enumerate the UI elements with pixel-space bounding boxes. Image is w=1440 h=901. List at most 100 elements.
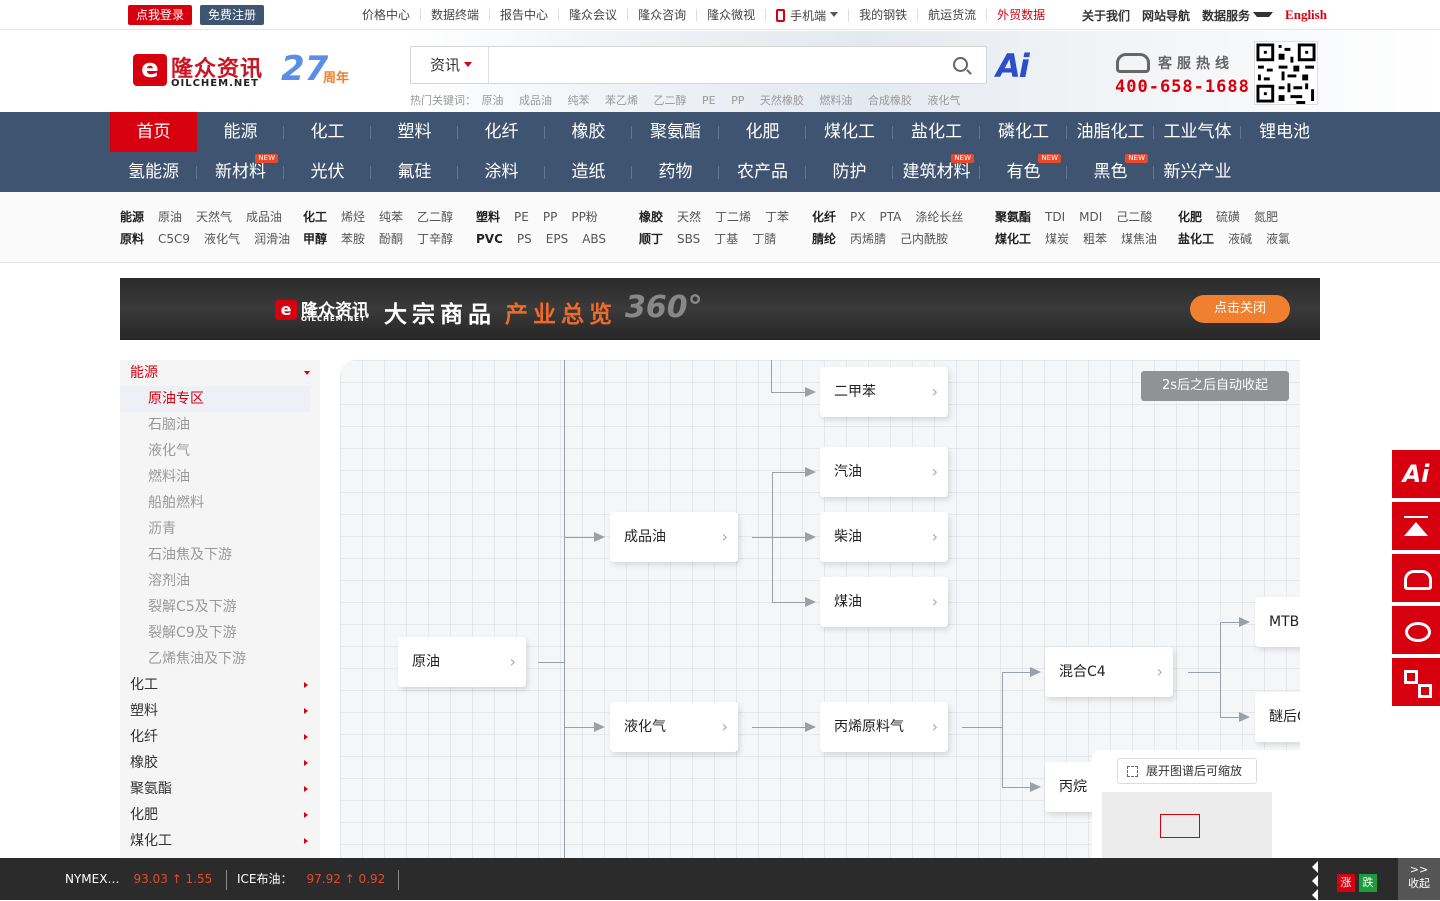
ticker-nymex[interactable]: NYMEX… 93.03 ↑ 1.55: [65, 858, 212, 900]
site-logo[interactable]: e 隆众资讯 OILCHEM.NET 27 周年: [133, 49, 373, 93]
nav-item[interactable]: 建筑材料 NEW: [893, 152, 980, 192]
sub-nav-link[interactable]: PP粉: [571, 210, 597, 224]
sub-nav-link[interactable]: 丁苯: [765, 210, 789, 224]
sub-nav-link[interactable]: 原油: [158, 210, 182, 224]
chart-node-gasoline[interactable]: 汽油: [820, 447, 948, 497]
sidebar-category[interactable]: 化肥: [120, 802, 320, 828]
top-link-consulting[interactable]: 隆众咨询: [628, 9, 698, 21]
sub-nav-heading[interactable]: 塑料: [476, 210, 500, 224]
sidebar-category[interactable]: 煤化工: [120, 828, 320, 854]
sub-nav-link[interactable]: 乙二醇: [417, 210, 453, 224]
chart-node-propylene-feed-gas[interactable]: 丙烯原料气: [820, 702, 948, 752]
sub-nav-link[interactable]: PE: [514, 210, 529, 224]
sub-nav-link[interactable]: 丁腈: [752, 232, 776, 246]
collapse-button[interactable]: >> 收起: [1398, 858, 1440, 900]
hot-keyword[interactable]: PP: [731, 94, 744, 107]
search-input[interactable]: [491, 47, 941, 83]
up-filter-button[interactable]: 涨: [1337, 874, 1355, 892]
nav-item[interactable]: 光伏: [284, 152, 371, 192]
sub-nav-link[interactable]: 丁二烯: [715, 210, 751, 224]
nav-item[interactable]: 磷化工: [980, 112, 1067, 152]
sidebar-category-energy[interactable]: 能源: [120, 360, 320, 386]
chart-node-mixed-c4[interactable]: 混合C4: [1045, 647, 1173, 697]
sub-nav-heading[interactable]: 腈纶: [812, 232, 836, 246]
nav-item[interactable]: 橡胶: [545, 112, 632, 152]
sidebar-subitem[interactable]: 石脑油: [120, 412, 320, 438]
nav-item[interactable]: 锂电池: [1241, 112, 1328, 152]
sidebar-subitem[interactable]: 原油专区: [120, 386, 310, 412]
sub-nav-heading[interactable]: 能源: [120, 210, 144, 224]
nav-item[interactable]: 药物: [632, 152, 719, 192]
sidebar-subitem[interactable]: 沥青: [120, 516, 320, 542]
chart-node-ether-c4[interactable]: 醚后C4: [1255, 692, 1300, 742]
login-button[interactable]: 点我登录: [128, 5, 192, 25]
nav-item[interactable]: 涂料: [458, 152, 545, 192]
weibo-icon[interactable]: [1392, 606, 1440, 654]
sidebar-category[interactable]: 化工: [120, 672, 320, 698]
sub-nav-link[interactable]: 苯胺: [341, 232, 365, 246]
sidebar-subitem[interactable]: 船舶燃料: [120, 490, 320, 516]
sub-nav-link[interactable]: PS: [517, 232, 532, 246]
sub-nav-link[interactable]: TDI: [1045, 210, 1065, 224]
sub-nav-link[interactable]: 天然: [677, 210, 701, 224]
sidebar-subitem[interactable]: 溶剂油: [120, 568, 320, 594]
sub-nav-link[interactable]: MDI: [1079, 210, 1102, 224]
sub-nav-heading[interactable]: 橡胶: [639, 210, 663, 224]
nav-item[interactable]: 能源: [197, 112, 284, 152]
nav-item[interactable]: 新兴产业: [1154, 152, 1241, 192]
sub-nav-link[interactable]: PP: [543, 210, 557, 224]
sub-nav-heading[interactable]: 煤化工: [995, 232, 1031, 246]
hot-keyword[interactable]: 天然橡胶: [760, 94, 804, 107]
search-category-select[interactable]: 资讯: [411, 47, 489, 83]
nav-item[interactable]: 化肥: [719, 112, 806, 152]
sidebar-subitem[interactable]: 裂解C5及下游: [120, 594, 320, 620]
sub-nav-heading[interactable]: 甲醇: [303, 232, 327, 246]
nav-item[interactable]: 盐化工: [893, 112, 980, 152]
chart-node-crude-oil[interactable]: 原油: [398, 637, 526, 687]
sidebar-category[interactable]: 化纤: [120, 724, 320, 750]
about-us-link[interactable]: 关于我们: [1076, 7, 1136, 24]
industry-chain-chart[interactable]: 原油 成品油 液化气 二甲苯 汽油 柴油 煤油 丙烯原料气 混合C4 丙烷 MT…: [340, 360, 1300, 858]
sub-nav-link[interactable]: 粗苯: [1083, 232, 1107, 246]
sub-nav-heading[interactable]: PVC: [476, 232, 503, 246]
sidebar-category[interactable]: 橡胶: [120, 750, 320, 776]
sub-nav-link[interactable]: 润滑油: [254, 232, 290, 246]
nav-item[interactable]: 首页: [110, 112, 197, 152]
sub-nav-link[interactable]: 己内酰胺: [900, 232, 948, 246]
sub-nav-heading[interactable]: 化工: [303, 210, 327, 224]
sub-nav-link[interactable]: 液碱: [1228, 232, 1252, 246]
sub-nav-link[interactable]: 丙烯腈: [850, 232, 886, 246]
top-link-price-center[interactable]: 价格中心: [352, 9, 422, 21]
register-button[interactable]: 免费注册: [200, 5, 264, 25]
top-link-my-steel[interactable]: 我的钢铁: [849, 9, 919, 21]
sub-nav-link[interactable]: ABS: [582, 232, 606, 246]
sub-nav-heading[interactable]: 聚氨酯: [995, 210, 1031, 224]
nav-item[interactable]: 工业气体: [1154, 112, 1241, 152]
top-link-report-center[interactable]: 报告中心: [490, 9, 560, 21]
back-to-top-icon[interactable]: [1392, 502, 1440, 550]
sub-nav-link[interactable]: 纯苯: [379, 210, 403, 224]
ticker-ice-brent[interactable]: ICE布油： 97.92 ↑ 0.92: [237, 858, 385, 900]
qr-code-icon[interactable]: [1392, 658, 1440, 706]
hot-keyword[interactable]: PE: [702, 94, 716, 107]
expand-chart-button[interactable]: 展开图谱后可缩放: [1117, 758, 1257, 784]
nav-item[interactable]: 农产品: [719, 152, 806, 192]
nav-item[interactable]: 黑色 NEW: [1067, 152, 1154, 192]
nav-item[interactable]: 造纸: [545, 152, 632, 192]
nav-item[interactable]: 油脂化工: [1067, 112, 1154, 152]
telephone-icon[interactable]: [1392, 554, 1440, 602]
sidebar-subitem[interactable]: 燃料油: [120, 464, 320, 490]
nav-item[interactable]: 氢能源: [110, 152, 197, 192]
sub-nav-heading[interactable]: 化肥: [1178, 210, 1202, 224]
top-link-conference[interactable]: 隆众会议: [559, 9, 629, 21]
hot-keyword[interactable]: 成品油: [519, 94, 552, 107]
sub-nav-heading[interactable]: 顺丁: [639, 232, 663, 246]
sub-nav-link[interactable]: SBS: [677, 232, 700, 246]
sidebar-category[interactable]: 塑料: [120, 698, 320, 724]
sub-nav-link[interactable]: 液化气: [204, 232, 240, 246]
hot-keyword[interactable]: 纯苯: [568, 94, 590, 107]
sub-nav-link[interactable]: 烯烃: [341, 210, 365, 224]
chart-node-lpg[interactable]: 液化气: [610, 702, 738, 752]
sub-nav-heading[interactable]: 盐化工: [1178, 232, 1214, 246]
nav-item[interactable]: 聚氨酯: [632, 112, 719, 152]
